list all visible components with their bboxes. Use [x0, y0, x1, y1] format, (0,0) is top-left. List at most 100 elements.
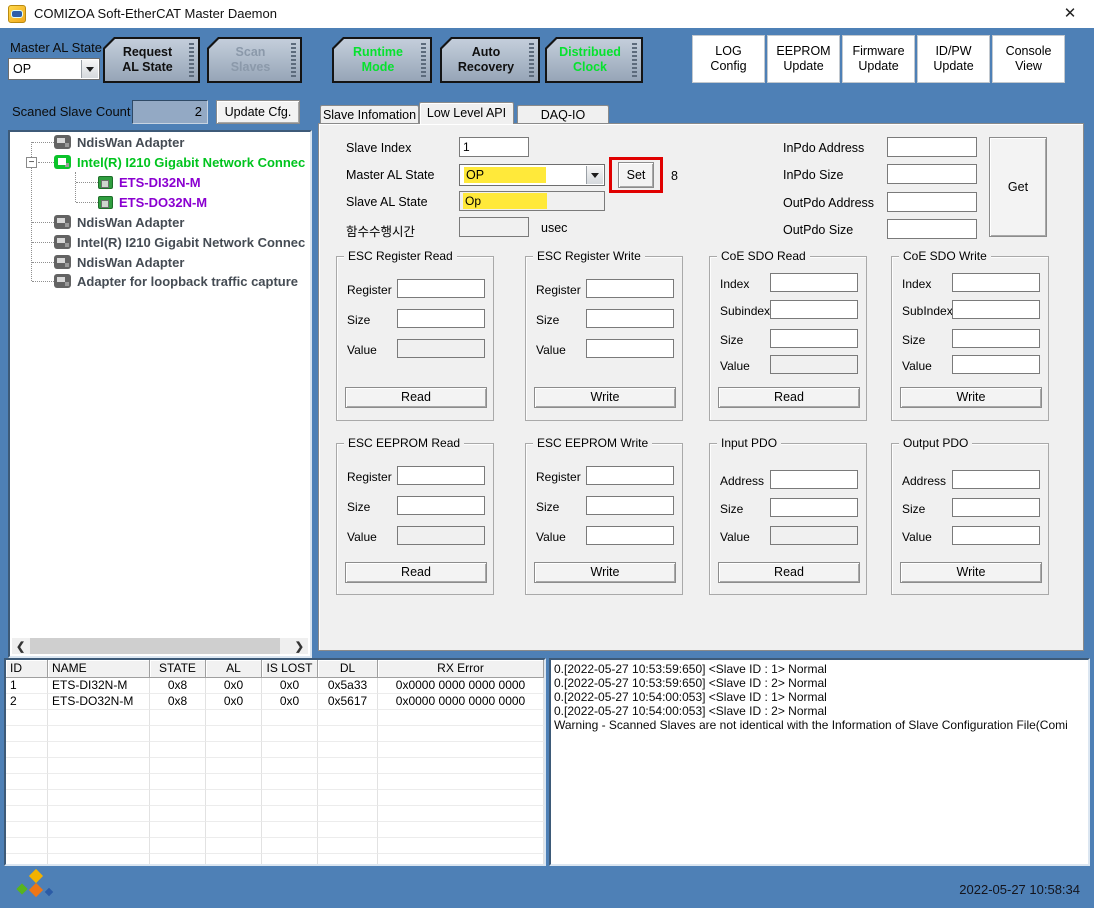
field-label: Register	[536, 283, 581, 297]
table-row[interactable]: 2 ETS-DO32N-M 0x8 0x0 0x0 0x5617 0x0000 …	[6, 694, 544, 710]
adapter-tree: − NdisWan Adapter Intel(R) I210 Gigabit …	[8, 130, 312, 658]
column-header[interactable]: ID	[6, 660, 48, 678]
tab-daq-io[interactable]: DAQ-IO	[517, 105, 609, 124]
size-input[interactable]	[586, 496, 674, 515]
tree-item-ets-di32n[interactable]: ETS-DI32N-M	[98, 172, 201, 192]
set-button[interactable]: Set	[618, 162, 654, 188]
eeprom-update-button[interactable]: EEPROM Update	[767, 35, 840, 83]
tree-collapse-toggle[interactable]: −	[26, 157, 37, 168]
tab-slave-information[interactable]: Slave Infomation	[320, 105, 419, 124]
slave-al-state-label: Slave AL State	[346, 195, 428, 209]
size-input[interactable]	[770, 498, 858, 517]
write-button[interactable]: Write	[900, 562, 1042, 583]
slave-status-table: ID NAME STATE AL IS LOST DL RX Error 1 E…	[4, 658, 546, 866]
table-empty-row	[6, 742, 544, 758]
tree-item-intel-i210-2[interactable]: Intel(R) I210 Gigabit Network Connec	[54, 232, 305, 252]
register-input[interactable]	[586, 466, 674, 485]
master-al-state-combobox[interactable]: OP	[8, 58, 100, 80]
subindex-input[interactable]	[770, 300, 858, 319]
status-bar: 2022-05-27 10:58:34	[0, 866, 1094, 908]
column-header[interactable]: STATE	[150, 660, 206, 678]
size-input[interactable]	[770, 329, 858, 348]
register-input[interactable]	[586, 279, 674, 298]
scroll-left-icon[interactable]: ❮	[16, 640, 25, 653]
input-pdo-group: Input PDO Address Size Value Read	[709, 443, 867, 595]
column-header[interactable]: RX Error	[378, 660, 544, 678]
close-icon[interactable]: ✕	[1058, 3, 1082, 25]
column-header[interactable]: AL	[206, 660, 262, 678]
master-al-state-select[interactable]: OP	[459, 164, 605, 186]
scrollbar-thumb[interactable]	[30, 638, 280, 654]
auto-recovery-button[interactable]: Auto Recovery	[440, 37, 540, 83]
field-label: SubIndex	[902, 304, 953, 318]
inpdo-address-input[interactable]	[887, 137, 977, 157]
tree-horizontal-scrollbar[interactable]: ❮ ❯	[12, 638, 308, 654]
read-button[interactable]: Read	[718, 387, 860, 408]
tree-item-ndiswan-3[interactable]: NdisWan Adapter	[54, 252, 184, 272]
register-input[interactable]	[397, 279, 485, 298]
slave-al-state-field: Op	[459, 191, 605, 211]
get-button[interactable]: Get	[989, 137, 1047, 237]
outpdo-size-input[interactable]	[887, 219, 977, 239]
address-input[interactable]	[770, 470, 858, 489]
size-input[interactable]	[952, 329, 1040, 348]
field-label: Size	[902, 333, 925, 347]
size-input[interactable]	[586, 309, 674, 328]
write-button[interactable]: Write	[534, 562, 676, 583]
subindex-input[interactable]	[952, 300, 1040, 319]
read-button[interactable]: Read	[718, 562, 860, 583]
value-input[interactable]	[952, 526, 1040, 545]
value-input[interactable]	[952, 355, 1040, 374]
cell-dl: 0x5617	[318, 694, 378, 710]
index-input[interactable]	[952, 273, 1040, 292]
console-view-button[interactable]: Console View	[992, 35, 1065, 83]
tree-item-ndiswan-2[interactable]: NdisWan Adapter	[54, 212, 184, 232]
coe-sdo-read-group: CoE SDO Read Index Subindex Size Value R…	[709, 256, 867, 421]
tree-item-ets-do32n[interactable]: ETS-DO32N-M	[98, 192, 207, 212]
request-al-state-button[interactable]: Request AL State	[103, 37, 200, 83]
log-line: 0.[2022-05-27 10:53:59:650] <Slave ID : …	[554, 662, 1088, 676]
button-grip-dots	[421, 43, 426, 77]
index-input[interactable]	[770, 273, 858, 292]
firmware-update-button[interactable]: Firmware Update	[842, 35, 915, 83]
size-input[interactable]	[952, 498, 1040, 517]
size-input[interactable]	[397, 309, 485, 328]
outpdo-address-input[interactable]	[887, 192, 977, 212]
table-row[interactable]: 1 ETS-DI32N-M 0x8 0x0 0x0 0x5a33 0x0000 …	[6, 678, 544, 694]
slave-index-input[interactable]	[459, 137, 529, 157]
window-title: COMIZOA Soft-EtherCAT Master Daemon	[34, 6, 277, 21]
write-button[interactable]: Write	[534, 387, 676, 408]
combo-dropdown-button[interactable]	[81, 60, 98, 78]
runtime-mode-button[interactable]: Runtime Mode	[332, 37, 432, 83]
address-input[interactable]	[952, 470, 1040, 489]
column-header[interactable]: DL	[318, 660, 378, 678]
inpdo-size-input[interactable]	[887, 164, 977, 184]
log-config-button[interactable]: LOG Config	[692, 35, 765, 83]
column-header[interactable]: NAME	[48, 660, 150, 678]
scan-slaves-button[interactable]: Scan Slaves	[207, 37, 302, 83]
write-button[interactable]: Write	[900, 387, 1042, 408]
highlight-marker: OP	[464, 167, 546, 183]
update-cfg-button[interactable]: Update Cfg.	[216, 100, 300, 124]
scroll-right-icon[interactable]: ❯	[295, 640, 304, 653]
read-button[interactable]: Read	[345, 387, 487, 408]
value-input[interactable]	[586, 526, 674, 545]
register-input[interactable]	[397, 466, 485, 485]
read-button[interactable]: Read	[345, 562, 487, 583]
field-label: Value	[536, 530, 566, 544]
column-header[interactable]: IS LOST	[262, 660, 318, 678]
combo-dropdown-button[interactable]	[586, 166, 603, 184]
network-adapter-icon	[54, 215, 71, 229]
tab-low-level-api[interactable]: Low Level API	[419, 102, 514, 124]
size-input[interactable]	[397, 496, 485, 515]
tree-connector-line	[32, 262, 54, 263]
idpw-update-button[interactable]: ID/PW Update	[917, 35, 990, 83]
tree-item-intel-i210-active[interactable]: Intel(R) I210 Gigabit Network Connec	[54, 152, 305, 172]
tree-connector-line	[76, 182, 98, 183]
value-input[interactable]	[586, 339, 674, 358]
distributed-clock-button[interactable]: Distribued Clock	[545, 37, 643, 83]
tree-item-loopback[interactable]: Adapter for loopback traffic capture	[54, 271, 298, 291]
tree-item-ndiswan-1[interactable]: NdisWan Adapter	[54, 132, 184, 152]
field-label: Register	[347, 283, 392, 297]
event-log[interactable]: 0.[2022-05-27 10:53:59:650] <Slave ID : …	[549, 658, 1090, 866]
